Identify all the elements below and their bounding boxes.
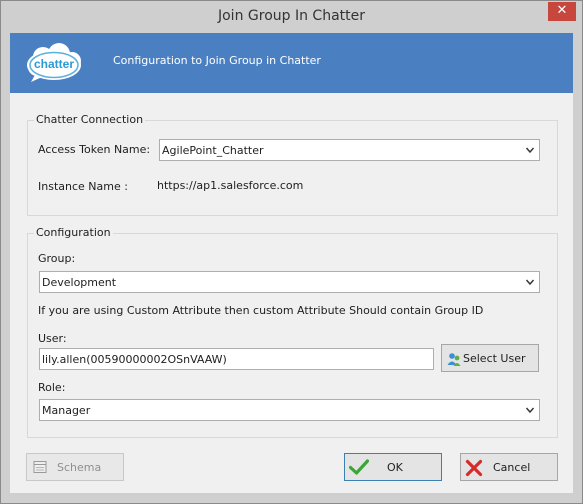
dialog-body: Chatter Connection Access Token Name: Ag… [10,93,573,493]
access-token-label: Access Token Name: [38,143,151,156]
role-dropdown[interactable]: Manager [39,399,540,421]
user-value: lily.allen(00590000002OSnVAAW) [42,353,227,366]
chatter-connection-group: Chatter Connection Access Token Name: Ag… [27,113,558,216]
cancel-button[interactable]: Cancel [460,453,558,481]
select-user-label: Select User [463,352,526,365]
chevron-down-icon [525,147,535,154]
schema-icon [33,461,47,473]
configuration-legend: Configuration [34,226,113,239]
close-icon: ✕ [556,3,568,18]
cancel-label: Cancel [493,461,531,474]
schema-label: Schema [57,461,102,474]
group-id-note: If you are using Custom Attribute then c… [38,304,484,317]
logo-text: chatter [34,57,74,71]
group-label: Group: [38,252,76,265]
x-cancel-icon [465,459,483,477]
role-label: Role: [38,381,66,394]
select-user-button[interactable]: Select User [441,344,539,372]
checkmark-icon [349,459,369,475]
header-banner: chatter Configuration to Join Group in C… [10,33,573,93]
window-title: Join Group In Chatter [217,8,365,24]
group-dropdown[interactable]: Development [39,271,540,293]
user-label: User: [38,332,67,345]
chevron-down-icon [525,279,535,286]
instance-name-label: Instance Name : [38,180,128,193]
chevron-down-icon [525,407,535,414]
user-field[interactable]: lily.allen(00590000002OSnVAAW) [39,348,434,370]
close-button[interactable]: ✕ [548,2,576,21]
ok-button[interactable]: OK [344,453,442,481]
role-value: Manager [42,404,91,417]
instance-name-value: https://ap1.salesforce.com [157,179,304,192]
banner-text: Configuration to Join Group in Chatter [113,54,321,67]
users-icon [447,353,461,366]
schema-button[interactable]: Schema [26,453,124,481]
ok-label: OK [387,461,403,474]
configuration-group: Configuration Group: Development If you … [27,226,558,438]
title-bar[interactable]: Join Group In Chatter ✕ [1,1,582,32]
chatter-connection-legend: Chatter Connection [34,113,146,126]
group-value: Development [42,276,117,289]
dialog-window: Join Group In Chatter ✕ chatter Configur… [0,0,583,504]
access-token-value: AgilePoint_Chatter [162,144,264,157]
chatter-logo: chatter [27,43,81,82]
access-token-dropdown[interactable]: AgilePoint_Chatter [159,139,540,161]
